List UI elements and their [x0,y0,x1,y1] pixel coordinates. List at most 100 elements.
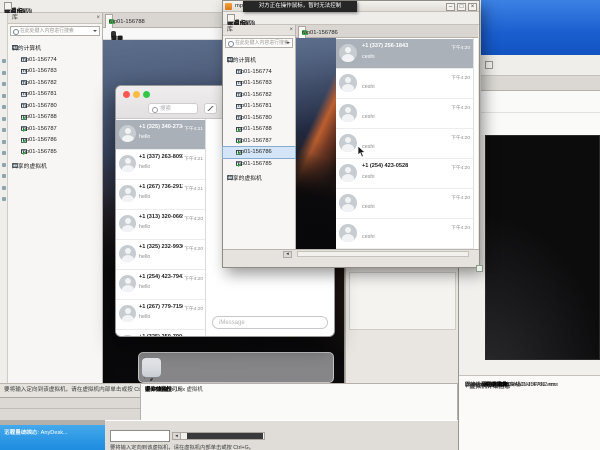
conversation-row[interactable]: 下午4:20ceshi [336,189,473,219]
message-preview: hello [139,284,150,290]
taskbar-notification[interactable]: 远程系统状态: AnyDesk... 下载量 30%. [0,425,105,450]
vm-item-mp01-156787[interactable]: mp01-156787 [8,123,102,134]
conversation-row[interactable]: 下午4:20ceshi [336,69,473,99]
conversation-row[interactable]: +1 (325) 232-9930下午4:20hello [116,240,205,270]
sound-icon[interactable] [476,265,483,272]
conversation-row[interactable]: +1 (325) 340-2734下午4:21hello [116,120,205,150]
horizontal-scrollbar[interactable] [297,251,469,257]
minimize-icon[interactable]: – [446,3,455,11]
message-preview: hello [139,134,150,140]
contact-number: +1 (267) 736-2913 [139,184,183,190]
avatar [119,275,136,292]
background-vm-icon [2,140,6,144]
vm-details-fragment: 硬件兼容性: Workstation 15.x 虚拟机主 IP 地址: 网络信息… [140,383,458,422]
vm-item-mp01-156774[interactable]: mp01-156774 [8,54,102,65]
vm-item-mp01-156782[interactable]: mp01-156782 [223,89,295,100]
scroll-left-icon[interactable]: ◂ [173,433,181,439]
zoom-traffic-icon[interactable] [143,91,150,98]
vm-item-mp01-156781[interactable]: mp01-156781 [8,89,102,100]
background-vm-icon [2,105,6,109]
conversation-row[interactable]: 下午4:20ceshi [336,99,473,129]
conversation-row[interactable]: 下午4:20ceshi [336,219,473,249]
tab-mp01-156786[interactable]: mp01-156786 × [298,26,306,38]
vm-item-mp01-156782[interactable]: mp01-156782 [8,77,102,88]
conversation-row[interactable]: +1 (254) 423-0528下午4:20ceshi [336,159,473,189]
background-vm-icon [2,94,6,98]
timestamp: 下午4:20 [451,134,470,141]
vm-item-mp01-156788[interactable]: mp01-156788 [8,112,102,123]
details-field: 主 IP 地址:网络信息不可用 [465,381,501,390]
avatar [339,134,357,152]
vm-item-mp01-156783[interactable]: mp01-156783 [223,78,295,89]
message-preview: hello [139,254,150,260]
close-icon[interactable]: × [96,15,100,22]
tab-mp01-156788[interactable]: mp01-156788 × [105,14,113,28]
tree-shared-vms[interactable]: 共享的虚拟机 [223,172,295,183]
timestamp: 下午4:20 [451,44,470,51]
vm-item-mp01-156787[interactable]: mp01-156787 [223,135,295,146]
background-vm-icon [2,71,6,75]
vm-item-mp01-156780[interactable]: mp01-156780 [8,100,102,111]
bottom-input-box[interactable] [110,430,170,442]
tree-root-my-computer[interactable]: −我的计算机 [8,42,102,53]
tab-bar: mp01-156786 × [296,25,478,38]
vm-item-mp01-156788[interactable]: mp01-156788 [223,124,295,135]
macos-wallpaper [296,38,336,249]
vm-item-mp01-156786[interactable]: mp01-156786 [8,135,102,146]
conversation-row[interactable]: +1 (337) 263-8093下午4:21hello [116,150,205,180]
vm-list-rows [481,91,600,135]
avatar [119,185,136,202]
tree-shared-vms[interactable]: 共享的虚拟机 [8,160,102,171]
vm-console: +1 (337) 256-1843下午4:20ceshi下午4:20ceshi下… [296,38,478,249]
close-icon[interactable]: × [468,3,477,11]
vm-item-mp01-156774[interactable]: mp01-156774 [223,66,295,77]
close-traffic-icon[interactable] [123,91,130,98]
vmware-statusbar: ◂ [223,249,479,267]
vm-screen-off[interactable] [485,135,600,360]
screen: 文件(F)编辑(E)查看(V)虚拟机(M)选项卡(T)帮助(H) 库 × 在此处… [0,0,600,450]
thumbnail-bar-icon[interactable] [4,2,12,10]
background-vm-icon [2,174,6,178]
conversation-list: +1 (337) 256-1843下午4:20ceshi下午4:20ceshi下… [336,38,473,249]
conversation-row[interactable]: +1 (254) 423-7941下午4:20hello [116,270,205,300]
mouse-cursor-icon [357,146,367,158]
vm-item-mp01-156785[interactable]: mp01-156785 [223,158,295,169]
conversation-row[interactable]: +1 (313) 320-0669下午4:20hello [116,210,205,240]
horizontal-scrollbar[interactable]: ◂ [172,432,265,440]
tree-root-my-computer[interactable]: −我的计算机 [223,54,295,65]
vm-name: mp01-156787 [236,138,272,144]
message-preview: ceshi [362,84,375,90]
conversation-row[interactable]: +1 (267) 736-2913下午4:21hello [116,180,205,210]
compose-icon[interactable] [204,103,217,114]
vm-name: mp01-156783 [21,68,57,74]
scroll-left-icon[interactable]: ◂ [283,251,292,258]
vm-item-mp01-156781[interactable]: mp01-156781 [223,101,295,112]
tab-close-icon[interactable]: × [303,30,307,36]
conversation-row[interactable]: +1 (337) 256-1843下午4:20ceshi [336,39,473,69]
tab-close-icon[interactable]: × [110,19,114,25]
vm-item-mp01-156783[interactable]: mp01-156783 [8,66,102,77]
library-panel: 库 × 在此处键入内容进行搜索 −我的计算机mp01-156774mp01-15… [223,25,296,251]
timestamp: 下午4:20 [451,164,470,171]
minimize-traffic-icon[interactable] [133,91,140,98]
vm-item-mp01-156785[interactable]: mp01-156785 [8,146,102,157]
scrollbar-thumb[interactable] [187,433,263,439]
bottom-window-fragment: ◂ 要将输入定向到该虚拟机，请在虚拟机内部单击或按 Ctrl+G。 [105,420,458,450]
vm-item-mp01-156780[interactable]: mp01-156780 [223,112,295,123]
trash-dock-icon[interactable] [142,358,161,377]
library-search-input[interactable]: 在此处键入内容进行搜索 [225,38,293,48]
thumbnail-bar-icon[interactable] [227,14,235,22]
conversation-row[interactable]: +1 (267) 779-7156下午4:20hello [116,300,205,330]
imessage-input[interactable]: iMessage [212,316,328,329]
tree-label: 共享的虚拟机 [227,173,262,182]
conversation-search-input[interactable]: 搜索 [148,103,198,114]
library-search-input[interactable]: 在此处键入内容进行搜索 [10,26,100,36]
maximize-icon[interactable]: □ [457,3,466,11]
vm-item-mp01-156786[interactable]: mp01-156786 [223,147,295,158]
close-icon[interactable]: × [289,27,293,34]
avatar [339,44,357,62]
tree-label: 共享的虚拟机 [12,161,47,170]
library-toggle-icon[interactable] [485,61,493,69]
window-titlebar[interactable] [481,0,600,55]
conversation-row[interactable]: +1 (325) 250-7904下午4:20hello [116,330,205,336]
